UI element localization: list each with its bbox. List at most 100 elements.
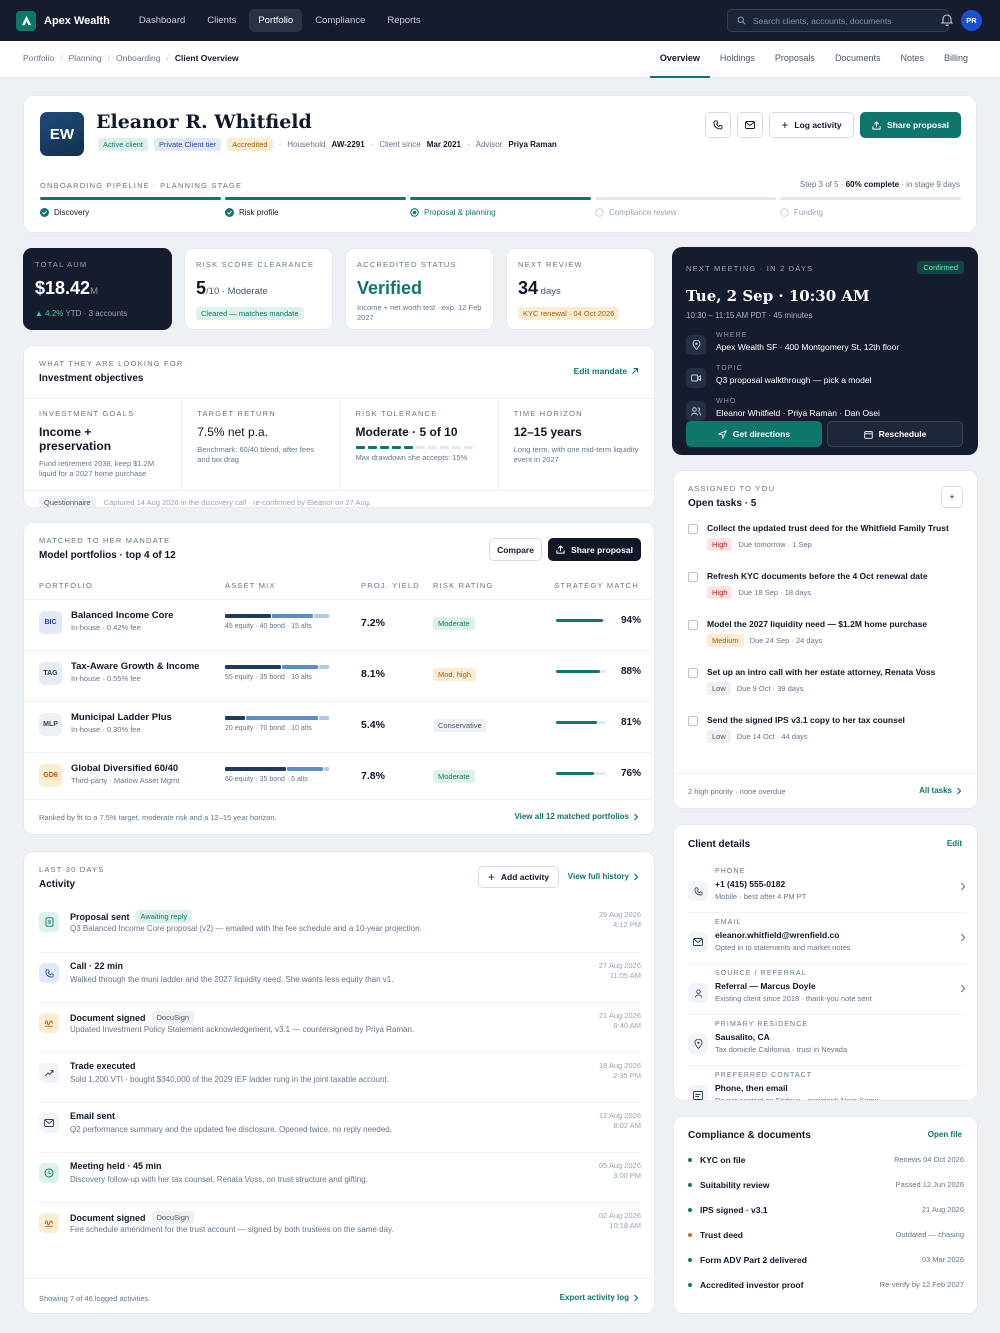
compare-button[interactable]: Compare: [489, 538, 542, 561]
log-activity-button[interactable]: + Log activity: [769, 112, 854, 138]
where-label: Where: [716, 332, 748, 339]
nav-dashboard[interactable]: Dashboard: [130, 9, 194, 32]
nav-clients[interactable]: Clients: [198, 9, 245, 32]
nav-portfolio[interactable]: Portfolio: [249, 9, 303, 32]
pipeline-stage-proposal[interactable]: Proposal & planning: [410, 197, 591, 217]
breadcrumb-planning[interactable]: Planning: [69, 53, 102, 63]
kpi-risk-score[interactable]: Risk score clearance 5/10 · Moderate Cle…: [184, 248, 333, 330]
task-checkbox[interactable]: [688, 668, 698, 678]
pipeline-stage-compliance[interactable]: Compliance review: [595, 197, 776, 217]
call-button[interactable]: [705, 112, 731, 138]
activity-title-row: Meeting held · 45 min: [70, 1161, 162, 1171]
task-item[interactable]: Set up an intro call with her estate att…: [688, 663, 966, 711]
activity-item[interactable]: Document signed DocuSign Fee schedule amen…: [39, 1202, 641, 1252]
detail-item[interactable]: Email eleanor.whitfield@wrenfield.co Opted…: [688, 919, 966, 969]
get-directions-button[interactable]: Get directions: [686, 421, 822, 447]
activity-item[interactable]: Trade executed Sold 1,200 VTI · bought $3…: [39, 1052, 641, 1102]
stage-bar: [225, 197, 406, 200]
search-icon: [737, 16, 746, 25]
nav-reports[interactable]: Reports: [378, 9, 429, 32]
portfolio-row[interactable]: BIC Balanced Income Core In-house · 0.42% …: [24, 599, 656, 650]
detail-item[interactable]: Preferred contact Phone, then email Do not…: [688, 1072, 966, 1100]
tab-proposals[interactable]: Proposals: [765, 41, 825, 78]
col-header-portfolio[interactable]: Portfolio: [39, 581, 93, 590]
col-header-match[interactable]: Strategy match: [554, 581, 639, 590]
asset-mix-segment: [246, 716, 318, 720]
kpi-total-aum[interactable]: Total AUM $18.42M ▲ 4.2% YTD · 3 account…: [23, 248, 172, 330]
kpi-value: 34 days: [518, 278, 561, 298]
kpi-next-review[interactable]: Next review 34 days KYC renewal · 04 Oct…: [506, 248, 655, 330]
portfolio-row[interactable]: TAG Tax-Aware Growth & Income In-house · 0…: [24, 650, 656, 701]
compliance-item[interactable]: IPS signed · v3.1 21 Aug 2026: [688, 1197, 964, 1222]
tab-notes[interactable]: Notes: [890, 41, 934, 78]
kpi-sub: Income + net worth test · exp. 12 Feb 20…: [357, 303, 482, 322]
view-history-link[interactable]: View full history: [568, 872, 639, 881]
bell-icon[interactable]: [941, 13, 953, 26]
risk-meter-segment: [379, 446, 389, 449]
activity-item[interactable]: Email sent Q2 performance summary and the…: [39, 1102, 641, 1152]
col-header-risk[interactable]: Risk rating: [433, 581, 494, 590]
activity-item[interactable]: Call · 22 min Walked through the muni lad…: [39, 952, 641, 1002]
user-avatar[interactable]: PR: [961, 10, 982, 31]
reschedule-button[interactable]: Reschedule: [827, 421, 963, 447]
compliance-name: Form ADV Part 2 delivered: [700, 1254, 807, 1265]
objective-risk-tolerance: Risk tolerance Moderate · 5 of 10 Max dr…: [339, 399, 498, 490]
pipeline-stage-funding[interactable]: Funding: [780, 197, 961, 217]
compliance-item[interactable]: Trust deed Outdated — chasing: [688, 1222, 964, 1247]
pipeline-stage-risk-profile[interactable]: Risk profile: [225, 197, 406, 217]
col-header-asset-mix[interactable]: Asset mix: [225, 581, 276, 590]
view-all-portfolios-link[interactable]: View all 12 matched portfolios: [514, 812, 639, 821]
detail-label: Email: [715, 919, 742, 926]
tab-documents[interactable]: Documents: [825, 41, 891, 78]
task-item[interactable]: Model the 2027 liquidity need — $1.2M ho…: [688, 615, 966, 663]
task-item[interactable]: Refresh KYC documents before the 4 Oct r…: [688, 567, 966, 615]
nav-compliance[interactable]: Compliance: [306, 9, 374, 32]
activity-item[interactable]: Document signed DocuSign Updated Investmen…: [39, 1002, 641, 1052]
open-file-link[interactable]: Open file: [928, 1130, 962, 1139]
share-proposal-button[interactable]: Share proposal: [860, 112, 961, 138]
topic-label: Topic: [716, 365, 743, 372]
compliance-item[interactable]: Accredited investor proof Re-verify by 12…: [688, 1272, 964, 1297]
email-button[interactable]: [737, 112, 763, 138]
compliance-item[interactable]: Form ADV Part 2 delivered 03 Mar 2026: [688, 1247, 964, 1272]
activity-item[interactable]: Meeting held · 45 min Discovery follow-up…: [39, 1152, 641, 1202]
task-item[interactable]: Send the signed IPS v3.1 copy to her tax…: [688, 711, 966, 759]
activity-item[interactable]: Proposal sent Awaiting reply Q3 Balanced I…: [39, 902, 641, 952]
client-tabs: Overview Holdings Proposals Documents No…: [649, 41, 978, 78]
task-checkbox[interactable]: [688, 524, 698, 534]
edit-details-link[interactable]: Edit: [947, 839, 962, 848]
portfolio-sub: In-house · 0.55% fee: [71, 674, 141, 683]
share-proposal-button-secondary[interactable]: Share proposal: [548, 538, 641, 561]
brand-logo[interactable]: Apex Wealth: [16, 10, 110, 31]
portfolio-row[interactable]: MLP Municipal Ladder Plus In-house · 0.30%…: [24, 701, 656, 752]
kpi-accredited[interactable]: Accredited status Verified Income + net …: [345, 248, 494, 330]
objectives-footer: Questionnaire Captured 14 Aug 2026 in th…: [39, 496, 371, 507]
detail-item[interactable]: Source / Referral Referral — Marcus Doyle…: [688, 970, 966, 1020]
tab-billing[interactable]: Billing: [934, 41, 978, 78]
add-task-button[interactable]: +: [941, 486, 963, 508]
compliance-item[interactable]: KYC on file Renews 04 Oct 2026: [688, 1147, 964, 1172]
edit-mandate-link[interactable]: Edit mandate: [574, 366, 639, 376]
pipeline-stage-discovery[interactable]: Discovery: [40, 197, 221, 217]
tab-overview[interactable]: Overview: [649, 41, 710, 78]
breadcrumb-onboarding[interactable]: Onboarding: [116, 53, 160, 63]
task-checkbox[interactable]: [688, 716, 698, 726]
projected-yield: 7.8%: [361, 770, 385, 782]
task-checkbox[interactable]: [688, 572, 698, 582]
all-tasks-link[interactable]: All tasks: [919, 786, 962, 795]
detail-item[interactable]: Phone +1 (415) 555-0182 Mobile · best afte…: [688, 868, 966, 918]
tab-holdings[interactable]: Holdings: [710, 41, 765, 78]
portfolio-row[interactable]: GD6 Global Diversified 60/40 Third-party ·…: [24, 752, 656, 803]
task-item[interactable]: Collect the updated trust deed for the W…: [688, 519, 966, 567]
breadcrumb-portfolio[interactable]: Portfolio: [23, 53, 54, 63]
add-activity-button[interactable]: + Add activity: [478, 866, 559, 888]
questionnaire-chip[interactable]: Questionnaire: [39, 496, 96, 507]
task-checkbox[interactable]: [688, 620, 698, 630]
kpi-value: 5/10 · Moderate: [196, 278, 268, 298]
compliance-item[interactable]: Suitability review Passed 12 Jun 2026: [688, 1172, 964, 1197]
objective-value: 12–15 years: [513, 425, 582, 439]
col-header-yield[interactable]: Proj. yield: [361, 581, 420, 590]
export-activity-link[interactable]: Export activity log: [560, 1293, 639, 1302]
detail-item[interactable]: Primary residence Sausalito, CA Tax domici…: [688, 1021, 966, 1071]
search-input[interactable]: Search clients, accounts, documents: [727, 9, 949, 32]
